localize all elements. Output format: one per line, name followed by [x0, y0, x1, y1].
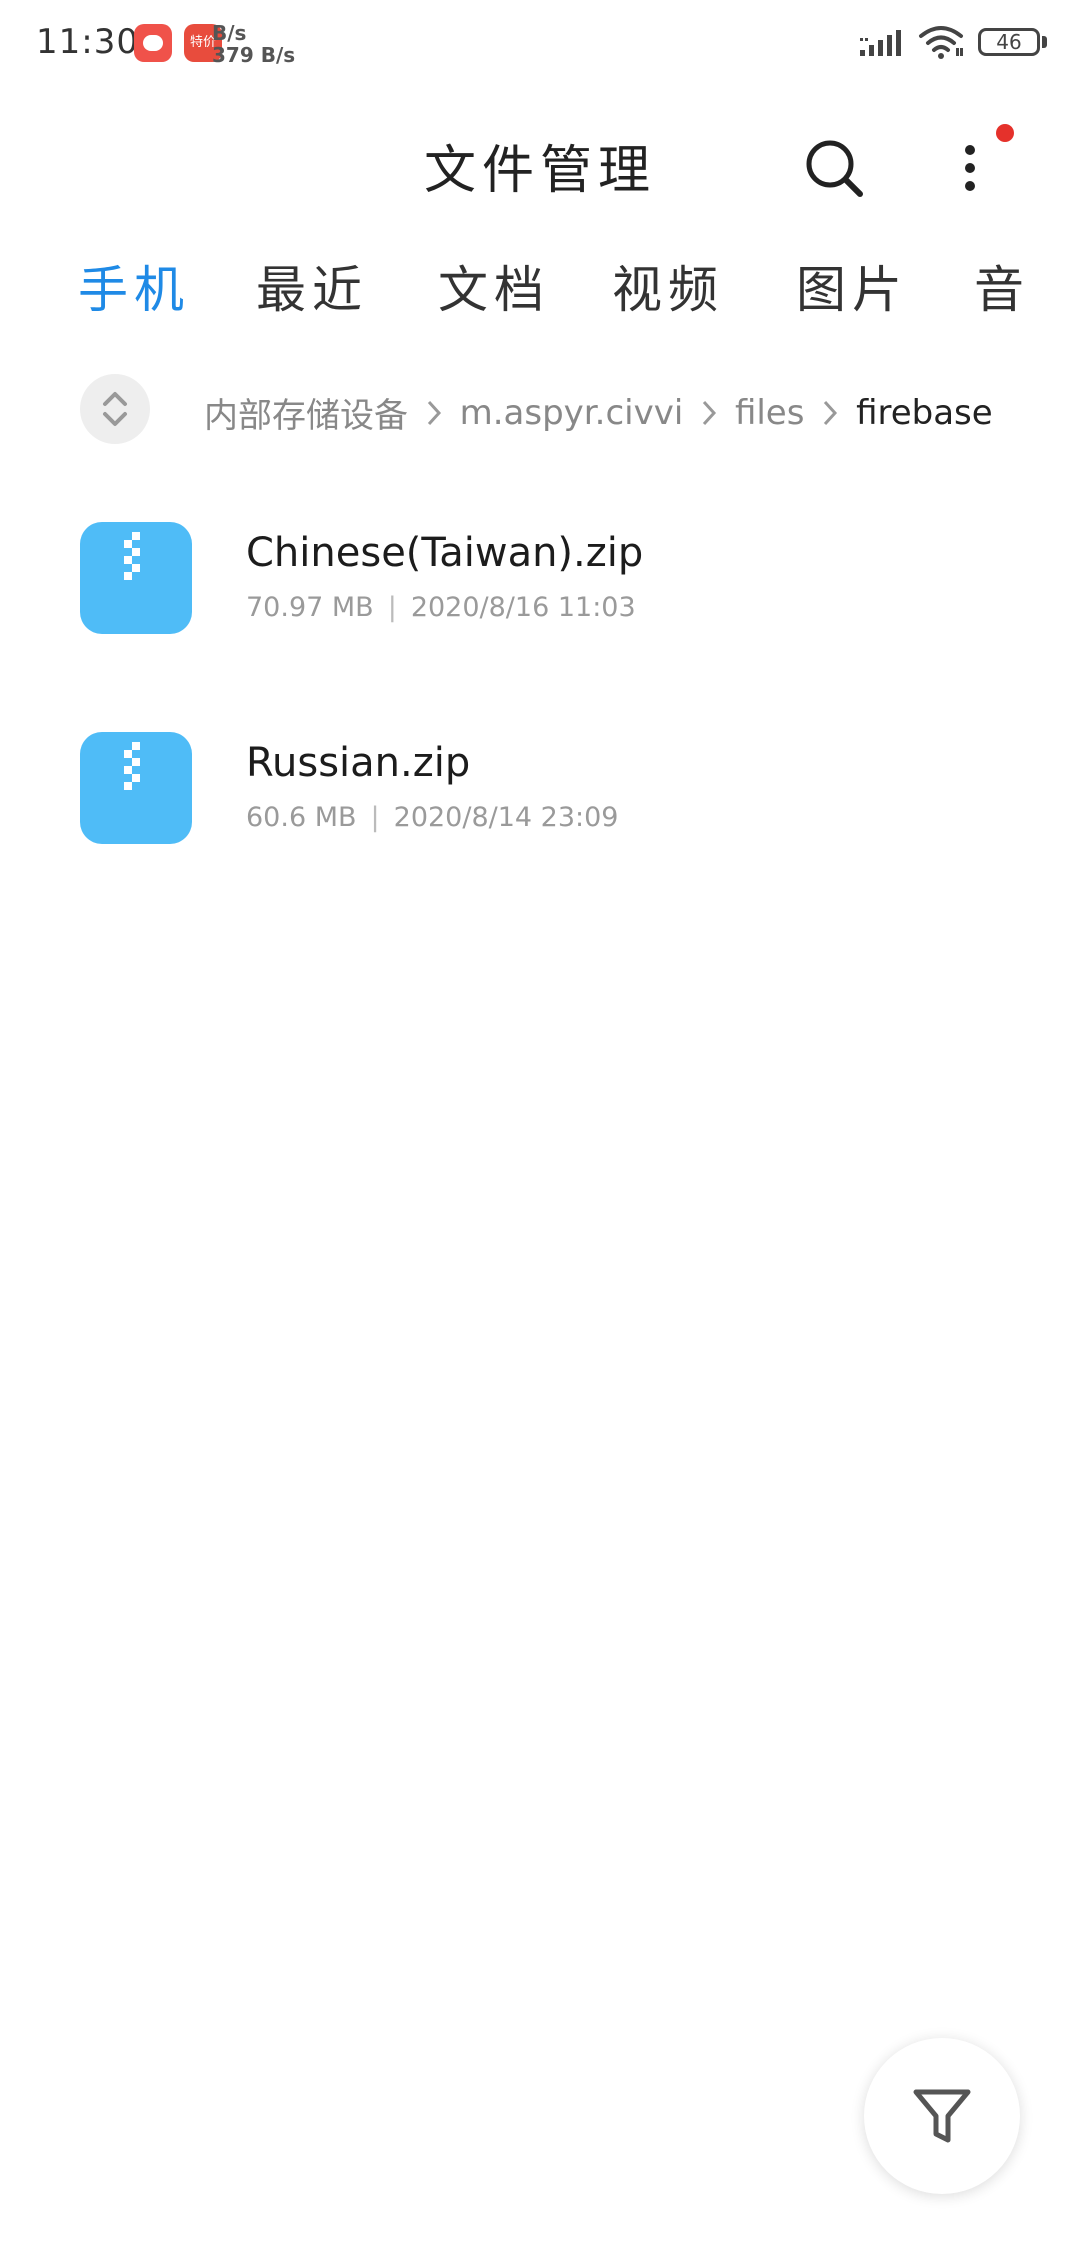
chevron-right-icon [703, 400, 717, 425]
wifi-icon [919, 26, 963, 59]
breadcrumb: 内部存储设备 m.aspyr.civvi files firebase [0, 374, 1080, 454]
page-title: 文件管理 [423, 141, 656, 201]
tab-documents[interactable]: 文档 [438, 250, 550, 322]
breadcrumb-item-package[interactable]: m.aspyr.civvi [460, 393, 684, 433]
zip-file-icon [80, 522, 192, 634]
tab-phone[interactable]: 手机 [78, 250, 190, 322]
breadcrumb-item-storage[interactable]: 内部存储设备 [204, 388, 408, 437]
sort-toggle-icon [103, 392, 127, 426]
tab-pictures[interactable]: 图片 [796, 250, 908, 322]
chevron-right-icon [427, 400, 441, 425]
more-vertical-icon [965, 145, 975, 191]
search-icon [806, 140, 863, 197]
list-item[interactable]: Chinese(Taiwan).zip 70.97 MB | 2020/8/16 1… [0, 500, 1080, 710]
network-speed-line1: B/s [212, 21, 247, 45]
breadcrumb-item-files[interactable]: files [735, 393, 805, 433]
file-date: 2020/8/16 11:03 [410, 592, 636, 623]
list-item[interactable]: Russian.zip 60.6 MB | 2020/8/14 23:09 [0, 710, 1080, 920]
file-size: 60.6 MB [246, 802, 357, 833]
status-time: 11:30 [36, 22, 139, 62]
category-tabs: 手机 最近 文档 视频 图片 音 [0, 250, 1080, 330]
filter-icon [913, 2089, 971, 2143]
filter-button[interactable] [864, 2038, 1020, 2194]
notification-dot [996, 124, 1014, 142]
file-list: Chinese(Taiwan).zip 70.97 MB | 2020/8/16 1… [0, 500, 1080, 920]
battery-tip [1042, 36, 1047, 48]
file-name: Chinese(Taiwan).zip [246, 530, 644, 576]
tab-videos[interactable]: 视频 [612, 250, 724, 322]
chevron-right-icon [824, 400, 838, 425]
tab-music[interactable]: 音 [974, 250, 1030, 322]
sort-toggle-button[interactable] [80, 374, 150, 444]
network-speed: B/s 379 B/s [212, 22, 295, 66]
breadcrumb-path: 内部存储设备 m.aspyr.civvi files firebase [204, 388, 993, 437]
signal-icon [860, 30, 901, 56]
tab-recent[interactable]: 最近 [256, 250, 368, 322]
file-meta: 60.6 MB | 2020/8/14 23:09 [246, 802, 619, 833]
status-bar: 11:30 特价 B/s 379 B/s 46 [0, 0, 1080, 90]
pig-app-icon [134, 24, 172, 62]
breadcrumb-item-current: firebase [856, 392, 993, 433]
file-name: Russian.zip [246, 740, 471, 786]
network-speed-line2: 379 B/s [212, 43, 296, 67]
battery-level: 46 [996, 30, 1022, 54]
zip-file-icon [80, 732, 192, 844]
more-options-button[interactable] [940, 134, 1000, 204]
search-button[interactable] [800, 134, 870, 204]
file-meta: 70.97 MB | 2020/8/16 11:03 [246, 592, 636, 623]
file-date: 2020/8/14 23:09 [393, 802, 619, 833]
file-size: 70.97 MB [246, 592, 374, 623]
battery-icon: 46 [978, 28, 1040, 56]
